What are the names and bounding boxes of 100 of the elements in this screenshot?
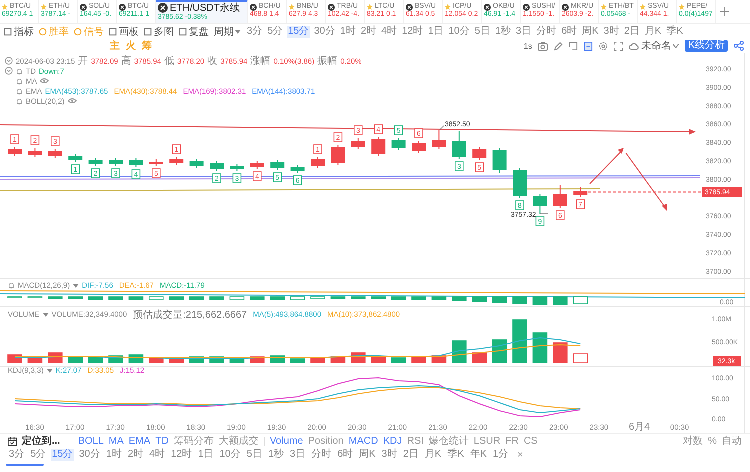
interval-tab[interactable]: 3分: [246, 26, 264, 38]
trend-arrow[interactable]: [590, 148, 624, 184]
interval-tab[interactable]: 1时: [339, 26, 357, 38]
interval-tab[interactable]: 3日: [515, 26, 533, 38]
period-dropdown[interactable]: 周期: [214, 24, 241, 38]
star-icon: [2, 4, 8, 10]
interval-tab[interactable]: 5分: [266, 26, 284, 38]
interval-tab[interactable]: 10分: [218, 449, 242, 461]
indicator-toggle[interactable]: RSI: [407, 436, 424, 446]
toolbar-button[interactable]: 指标: [4, 24, 34, 38]
interval-tab[interactable]: 月K: [644, 26, 663, 38]
interval-tab[interactable]: 5分: [30, 449, 48, 461]
pen-icon[interactable]: [554, 42, 564, 50]
caret-icon[interactable]: [46, 368, 53, 372]
interval-tab[interactable]: 3分: [8, 449, 26, 461]
interval-tab[interactable]: 周K: [358, 449, 377, 461]
interval-tab[interactable]: 1秒: [267, 449, 285, 461]
indicator-toggle[interactable]: MA: [108, 436, 124, 446]
interval-tab[interactable]: 12时: [170, 449, 194, 461]
interval-tab[interactable]: 4时: [148, 449, 166, 461]
interval-tab[interactable]: 2日: [402, 449, 420, 461]
interval-tab[interactable]: 30分: [78, 449, 102, 461]
frame-icon[interactable]: [569, 42, 578, 50]
bell-icon[interactable]: [16, 68, 23, 74]
layout-dropdown[interactable]: 未命名: [629, 39, 680, 53]
calendar-icon[interactable]: [8, 436, 17, 446]
interval-tab[interactable]: 5日: [246, 449, 264, 461]
indicator-toggle[interactable]: FR: [506, 436, 519, 446]
share-icon[interactable]: [734, 41, 744, 51]
interval-tab[interactable]: 季K: [666, 26, 684, 38]
interval-tab[interactable]: 6时: [560, 26, 578, 38]
tick-interval[interactable]: 1s: [524, 42, 532, 50]
indicator-toggle[interactable]: Position: [308, 436, 344, 446]
interval-tab[interactable]: 周K: [581, 26, 600, 38]
interval-tab[interactable]: 10分: [448, 26, 471, 38]
bell-icon[interactable]: [16, 98, 23, 104]
interval-tab[interactable]: 1日: [197, 449, 215, 461]
collapse-icon[interactable]: [5, 67, 13, 75]
quick-tab[interactable]: 主: [110, 39, 120, 53]
interval-tab[interactable]: 3日: [289, 449, 307, 461]
document-icon[interactable]: [584, 42, 594, 50]
caret-icon[interactable]: [42, 312, 49, 316]
indicator-toggle[interactable]: BOLL: [78, 436, 104, 446]
add-icon[interactable]: [720, 7, 729, 16]
interval-tab[interactable]: 分时: [310, 449, 333, 461]
toolbar-button[interactable]: 复盘: [179, 24, 209, 38]
interval-tab[interactable]: 2时: [360, 26, 378, 38]
settings-icon[interactable]: [599, 42, 608, 50]
trend-arrow[interactable]: [626, 152, 667, 211]
indicator-toggle[interactable]: 筹码分布: [174, 434, 214, 448]
quick-tab[interactable]: 火: [126, 39, 136, 53]
scrollbar-thumb[interactable]: [6, 464, 44, 466]
interval-tab[interactable]: 3时: [602, 26, 620, 38]
bell-icon[interactable]: [16, 78, 23, 84]
indicator-toggle[interactable]: MACD: [348, 436, 378, 446]
interval-tab[interactable]: 月K: [424, 449, 443, 461]
toolbar-button[interactable]: 信号: [74, 24, 104, 38]
indicator-toggle[interactable]: EMA: [128, 436, 151, 446]
bell-icon[interactable]: [8, 282, 15, 289]
indicator-toggle[interactable]: LSUR: [474, 436, 501, 446]
scale-option[interactable]: %: [708, 436, 717, 446]
interval-tab[interactable]: 3时: [380, 449, 398, 461]
indicator-toggle[interactable]: 大额成交: [218, 434, 259, 448]
toolbar-button[interactable]: 多图: [144, 24, 174, 38]
interval-tab[interactable]: 1时: [105, 449, 123, 461]
interval-tab[interactable]: 2时: [126, 449, 144, 461]
camera-icon[interactable]: [538, 42, 548, 50]
interval-tab[interactable]: 15分: [51, 449, 74, 461]
interval-tab[interactable]: 4时: [380, 26, 398, 38]
toolbar-button[interactable]: 画板: [109, 24, 139, 38]
indicator-toggle[interactable]: Volume: [270, 436, 304, 446]
interval-tab[interactable]: 分时: [536, 26, 558, 38]
indicator-toggle[interactable]: KDJ: [383, 436, 402, 446]
interval-tab[interactable]: 5日: [474, 26, 492, 38]
caret-icon[interactable]: [73, 284, 80, 288]
scale-option[interactable]: 对数: [683, 434, 704, 448]
bell-icon[interactable]: [16, 88, 23, 94]
interval-tab[interactable]: 15分: [287, 26, 310, 38]
scale-option[interactable]: 自动: [722, 434, 742, 448]
collapse-icon[interactable]: [5, 57, 13, 65]
interval-tab[interactable]: 2日: [623, 26, 641, 38]
fullscreen-icon[interactable]: [614, 42, 624, 50]
interval-tab[interactable]: 年K: [469, 449, 488, 461]
toolbar-button[interactable]: 胜率: [39, 24, 69, 38]
eye-icon[interactable]: [40, 78, 50, 84]
locate-link[interactable]: 定位到...: [22, 434, 60, 448]
interval-tab[interactable]: 12时: [401, 26, 424, 38]
interval-tab[interactable]: 1分: [492, 449, 510, 461]
indicator-toggle[interactable]: TD: [156, 436, 169, 446]
analysis-button[interactable]: K线分析: [685, 40, 728, 52]
quick-tab[interactable]: 筹: [142, 39, 152, 53]
interval-tab[interactable]: 6时: [336, 449, 354, 461]
close-button[interactable]: ×: [518, 450, 524, 460]
indicator-toggle[interactable]: CS: [524, 436, 538, 446]
interval-tab[interactable]: 季K: [446, 449, 466, 461]
eye-icon[interactable]: [68, 98, 77, 104]
interval-tab[interactable]: 1秒: [494, 26, 512, 38]
interval-tab[interactable]: 30分: [313, 26, 336, 38]
interval-tab[interactable]: 1日: [427, 26, 445, 38]
indicator-toggle[interactable]: 爆仓统计: [428, 434, 469, 448]
